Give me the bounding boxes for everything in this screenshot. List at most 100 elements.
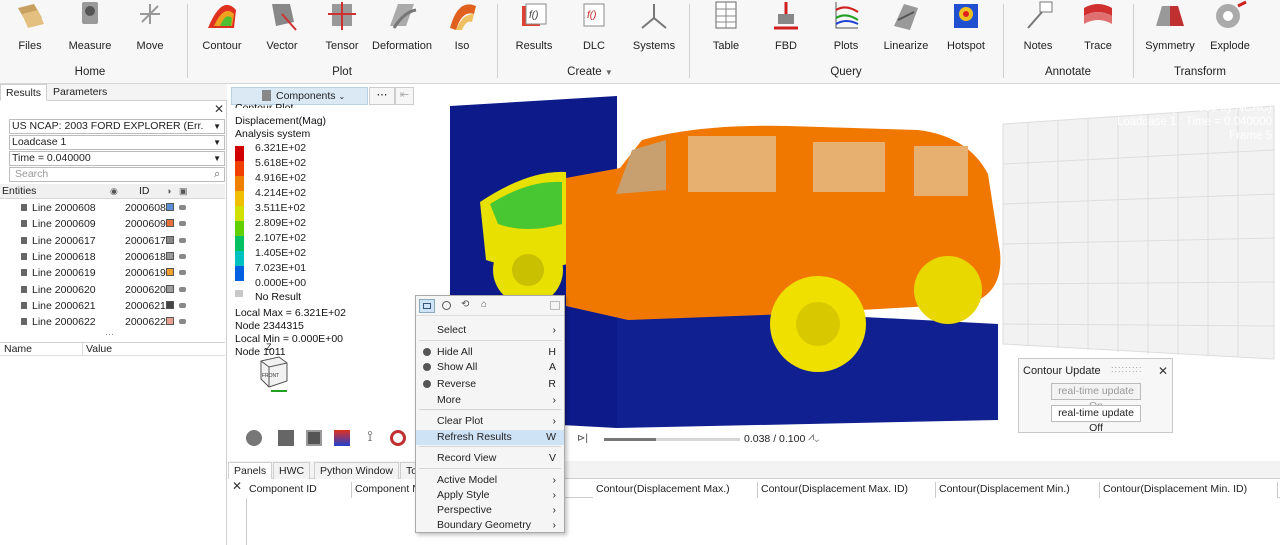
table-left-border: [246, 498, 247, 545]
col-disp-max-id[interactable]: Contour(Displacement Max. ID): [758, 482, 936, 498]
menu-item-apply-style[interactable]: Apply Style ›: [416, 488, 564, 503]
table-row[interactable]: Line 2000608 2000608: [0, 200, 225, 216]
explode-label: Explode: [1210, 40, 1250, 52]
rear-right-wheel: [914, 256, 982, 324]
col-disp-max[interactable]: Contour(Displacement Max.): [593, 482, 758, 498]
create-group-text: Create: [567, 66, 602, 78]
table-row[interactable]: Line 2000620 2000620: [0, 282, 225, 298]
iso-button[interactable]: Iso: [432, 0, 492, 56]
polygon-select-icon[interactable]: ⌂: [481, 299, 487, 310]
display-icon[interactable]: [179, 205, 186, 210]
copy-icon[interactable]: [550, 301, 560, 310]
systems-button[interactable]: Systems: [624, 0, 684, 56]
cube-icon[interactable]: [306, 430, 322, 446]
color-swatch[interactable]: [166, 300, 174, 309]
select-rect-button[interactable]: [419, 299, 435, 313]
line-icon: [21, 318, 27, 326]
axis-icon[interactable]: ⟟: [362, 429, 378, 446]
menu-item-boundary-geometry[interactable]: Boundary Geometry ›: [416, 518, 564, 533]
color-swatch[interactable]: [166, 203, 174, 211]
time-select[interactable]: Time = 0.040000 ▼: [9, 151, 225, 166]
explode-icon: [1216, 0, 1247, 28]
display-icon[interactable]: [179, 237, 186, 243]
close-icon[interactable]: ✕: [214, 102, 224, 116]
contour-tool-icon[interactable]: [334, 430, 350, 446]
menu-item-refresh-results[interactable]: Refresh Results W: [416, 430, 564, 445]
menu-item-select[interactable]: Select ›: [416, 323, 564, 338]
realtime-off-button[interactable]: real-time update Off: [1051, 405, 1141, 434]
tab-panels[interactable]: Panels: [228, 462, 273, 479]
table-row[interactable]: Line 2000622 2000622: [0, 314, 225, 330]
realtime-on-button[interactable]: real-time update On: [1051, 383, 1141, 412]
search-input[interactable]: Search ⌕: [9, 167, 225, 182]
entity-name: Line 2000618: [32, 250, 96, 263]
color-swatch[interactable]: [166, 284, 174, 293]
model-select[interactable]: US NCAP: 2003 FORD EXPLORER (Err. 0.05▼: [9, 119, 225, 145]
display-icon[interactable]: [179, 286, 186, 292]
legend-value: 3.511E+02: [255, 202, 306, 214]
menu-item-show-all[interactable]: Show All A: [416, 360, 564, 375]
fbd-icon: [774, 2, 798, 30]
tab-results[interactable]: Results: [0, 84, 48, 101]
camera-icon[interactable]: [278, 430, 294, 446]
more-options-button[interactable]: ⋯: [369, 87, 395, 105]
circle-select-icon[interactable]: [442, 301, 451, 310]
display-icon[interactable]: [179, 302, 186, 308]
legend-value: 2.107E+02: [255, 232, 307, 244]
color-swatch[interactable]: [166, 235, 174, 244]
tab-hwc[interactable]: HWC: [273, 462, 311, 479]
table-row[interactable]: Line 2000621 2000621: [0, 298, 225, 314]
close-icon[interactable]: ✕: [232, 479, 242, 493]
hotspot-button[interactable]: Hotspot: [936, 0, 996, 56]
display-icon[interactable]: [179, 253, 186, 259]
col-disp-min-id[interactable]: Contour(Displacement Min. ID): [1100, 482, 1278, 498]
display-icon[interactable]: [179, 319, 186, 325]
menu-item-reverse[interactable]: Reverse R: [416, 377, 564, 392]
color-swatch[interactable]: [166, 317, 174, 326]
color-swatch[interactable]: [166, 251, 174, 260]
move-icon: [140, 4, 160, 24]
menu-item-more[interactable]: More ›: [416, 393, 564, 408]
tab-parameters[interactable]: Parameters: [48, 84, 112, 101]
table-row[interactable]: Line 2000619 2000619: [0, 265, 225, 281]
menu-item-shortcut: ›: [552, 394, 557, 406]
menu-item-record-view[interactable]: Record View V: [416, 451, 564, 466]
col-component-id[interactable]: Component ID: [246, 482, 352, 498]
col-entities[interactable]: Entities: [2, 184, 36, 198]
collapse-button[interactable]: ⇤: [395, 87, 414, 105]
freehand-select-icon[interactable]: ⟲: [461, 299, 469, 310]
table-row[interactable]: Line 2000609 2000609: [0, 216, 225, 232]
create-group-label[interactable]: Create ▼: [540, 66, 640, 78]
table-row[interactable]: Line 2000618 2000618: [0, 249, 225, 265]
menu-item-shortcut: W: [546, 431, 556, 443]
color-swatch[interactable]: [166, 268, 174, 277]
display-icon[interactable]: [179, 221, 186, 227]
legend-value: 5.618E+02: [255, 157, 307, 169]
view-tool-icon[interactable]: [246, 430, 262, 446]
tab-python-window[interactable]: Python Window: [314, 462, 399, 479]
col-component-name[interactable]: Component N: [352, 482, 422, 498]
color-swatch[interactable]: [166, 219, 174, 228]
drag-handle[interactable]: :::::::::: [1111, 364, 1143, 374]
menu-item-clear-plot[interactable]: Clear Plot ›: [416, 414, 564, 429]
record-icon[interactable]: [390, 430, 406, 446]
systems-label: Systems: [632, 40, 676, 52]
speed-icon[interactable]: ⩘⌄: [808, 431, 819, 444]
view-cube-icon[interactable]: Z FRONT: [253, 339, 293, 395]
menu-item-active-model[interactable]: Active Model ›: [416, 473, 564, 488]
trace-button[interactable]: Trace: [1068, 0, 1128, 56]
menu-item-perspective[interactable]: Perspective ›: [416, 503, 564, 518]
table-row[interactable]: Line 2000617 2000617: [0, 233, 225, 249]
splitter-handle[interactable]: ⋯: [105, 329, 114, 340]
menu-item-hide-all[interactable]: Hide All H: [416, 345, 564, 360]
ribbon-toolbar: ... Files Measure Move Contour Vector Te…: [0, 0, 1280, 84]
col-disp-min[interactable]: Contour(Displacement Min.): [936, 482, 1100, 498]
loadcase-select[interactable]: Loadcase 1 ▼: [9, 135, 225, 150]
step-end-icon[interactable]: ⊳|: [577, 433, 588, 444]
display-icon[interactable]: [179, 270, 186, 276]
move-button[interactable]: Move: [120, 0, 180, 56]
close-icon[interactable]: ✕: [1158, 364, 1168, 378]
col-id[interactable]: ID: [139, 184, 150, 198]
playback-slider[interactable]: [604, 438, 740, 441]
explode-button[interactable]: Explode: [1200, 0, 1260, 56]
